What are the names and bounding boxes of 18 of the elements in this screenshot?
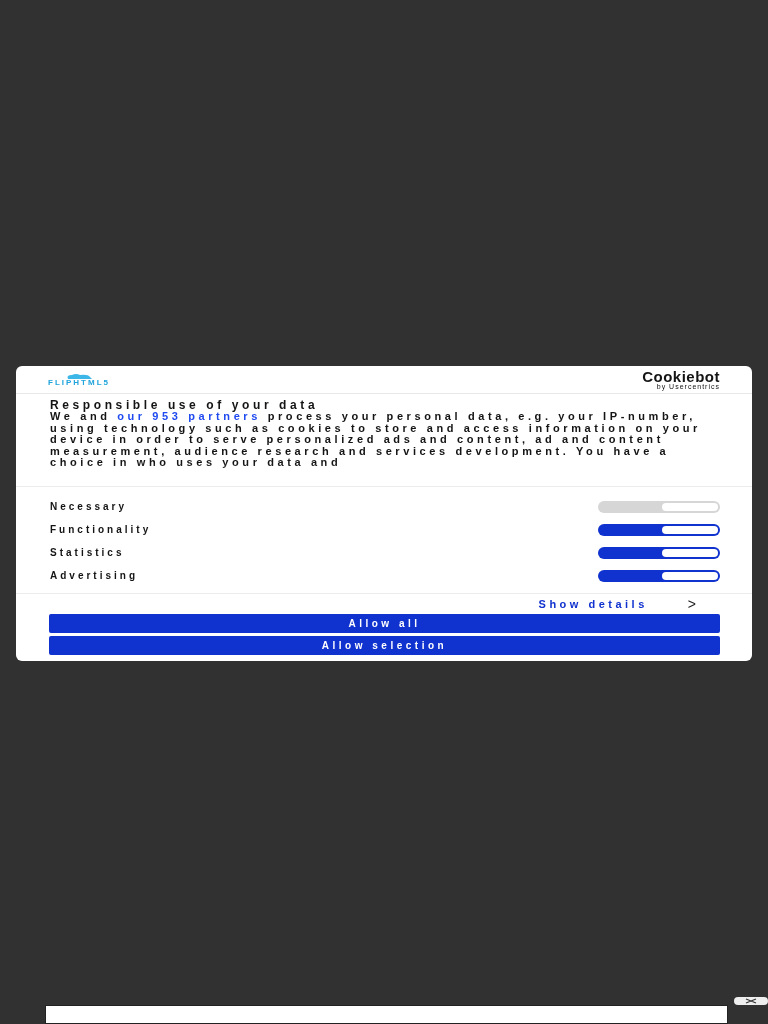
category-label: Statistics [50, 546, 125, 560]
category-label: Functionality [50, 523, 152, 537]
category-toggle[interactable] [598, 546, 720, 559]
partners-link[interactable]: our 953 partners [117, 410, 261, 422]
category-label: Advertising [50, 569, 138, 583]
category-label: Necessary [50, 500, 128, 514]
category-toggle[interactable] [598, 569, 720, 582]
close-icon [745, 998, 757, 1004]
show-details-link[interactable]: Show details [538, 598, 648, 610]
category-toggle[interactable] [598, 523, 720, 536]
chevron-icon[interactable]: > [687, 598, 696, 610]
consent-text: We and our 953 partners process your personal data, e.g. your IP-number, using technology such as cookies to store and access information on your device in order to serve personalized ads and content, ad and content measurement, audience research and services development. You have a choice in who uses your data and [50, 411, 702, 469]
allow-button[interactable]: Allow selection [49, 636, 720, 655]
allow-button[interactable]: Allow all [49, 614, 720, 633]
brand-logo: FLIPHTML5 [48, 379, 110, 387]
consent-title: Responsible use of your data [50, 400, 320, 411]
provider-logo: Cookiebot [642, 370, 720, 383]
close-button[interactable] [734, 997, 768, 1005]
